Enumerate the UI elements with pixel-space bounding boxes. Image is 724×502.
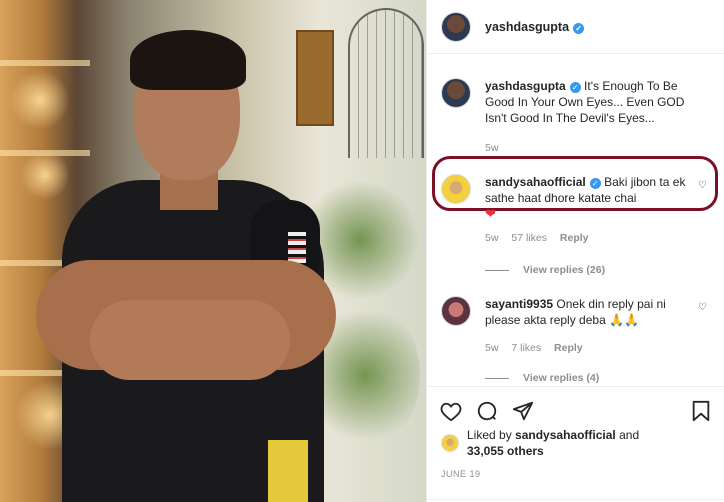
verified-icon: ✓ [573,22,585,34]
likes-summary: Liked by sandysahaofficial and 33,055 ot… [427,427,724,459]
others-count[interactable]: 33,055 others [467,444,544,458]
view-replies-label: View replies (4) [523,372,600,384]
caption-username[interactable]: yashdasgupta [485,79,566,93]
person-hair [130,30,246,90]
comment-username[interactable]: sayanti9935 [485,297,553,311]
bird-cage [348,8,424,158]
author-avatar[interactable] [441,11,471,42]
shelf [0,60,90,66]
comment-age[interactable]: 5w [485,232,498,244]
post-date[interactable]: JUNE 19 [427,469,724,479]
person-arm [90,300,290,380]
lamp-glow [10,70,70,130]
post-header: yashdasgupta ✓ [427,0,724,54]
author-username[interactable]: yashdasgupta ✓ [485,20,585,34]
heart-icon[interactable] [439,399,463,423]
share-icon[interactable] [511,399,535,423]
commenter-avatar[interactable] [441,296,471,326]
post-photo [0,0,426,502]
and-label: and [619,428,640,442]
comment-age[interactable]: 5w [485,342,498,354]
verified-icon: ✓ [569,82,581,93]
caption-age[interactable]: 5w [485,142,498,154]
comment-likes[interactable]: 57 likes [511,232,547,244]
comment-item: sayanti9935 Onek din reply pai ni please… [441,296,717,356]
reply-button[interactable]: Reply [554,342,583,354]
liked-by-label: Liked by [467,428,512,442]
bookmark-icon[interactable] [689,399,713,423]
replies-line [485,377,509,379]
view-replies-button[interactable]: View replies (4) [485,372,599,384]
comment-icon[interactable] [475,399,499,423]
reply-button[interactable]: Reply [560,232,589,244]
view-replies-label: View replies (26) [523,264,606,276]
comment-username[interactable]: sandysahaofficial [485,175,586,189]
view-replies-button[interactable]: View replies (26) [485,264,605,276]
liker-username[interactable]: sandysahaofficial [515,428,616,442]
yellow-object [268,440,308,502]
wooden-box [296,30,334,126]
caption-avatar[interactable] [441,78,471,108]
post-side-panel: yashdasgupta ✓ yashdasgupta ✓ It's Enough … [426,0,724,502]
comment-likes[interactable]: 7 likes [511,342,541,354]
red-heart-emoji: ❤ [485,206,496,221]
comment-item: sandysahaofficial ✓ Baki jibon ta ek sath… [441,174,717,246]
lamp-glow [20,150,70,200]
caption: yashdasgupta ✓ It's Enough To Be Good In … [441,78,717,156]
comment-like-icon[interactable]: ♡ [698,180,707,191]
liker-avatar[interactable] [441,434,459,452]
replies-line [485,269,509,271]
commenter-avatar[interactable] [441,174,471,204]
post-actions-section: Liked by sandysahaofficial and 33,055 ot… [427,386,724,502]
comment-like-icon[interactable]: ♡ [698,302,707,313]
verified-icon: ✓ [589,178,601,189]
